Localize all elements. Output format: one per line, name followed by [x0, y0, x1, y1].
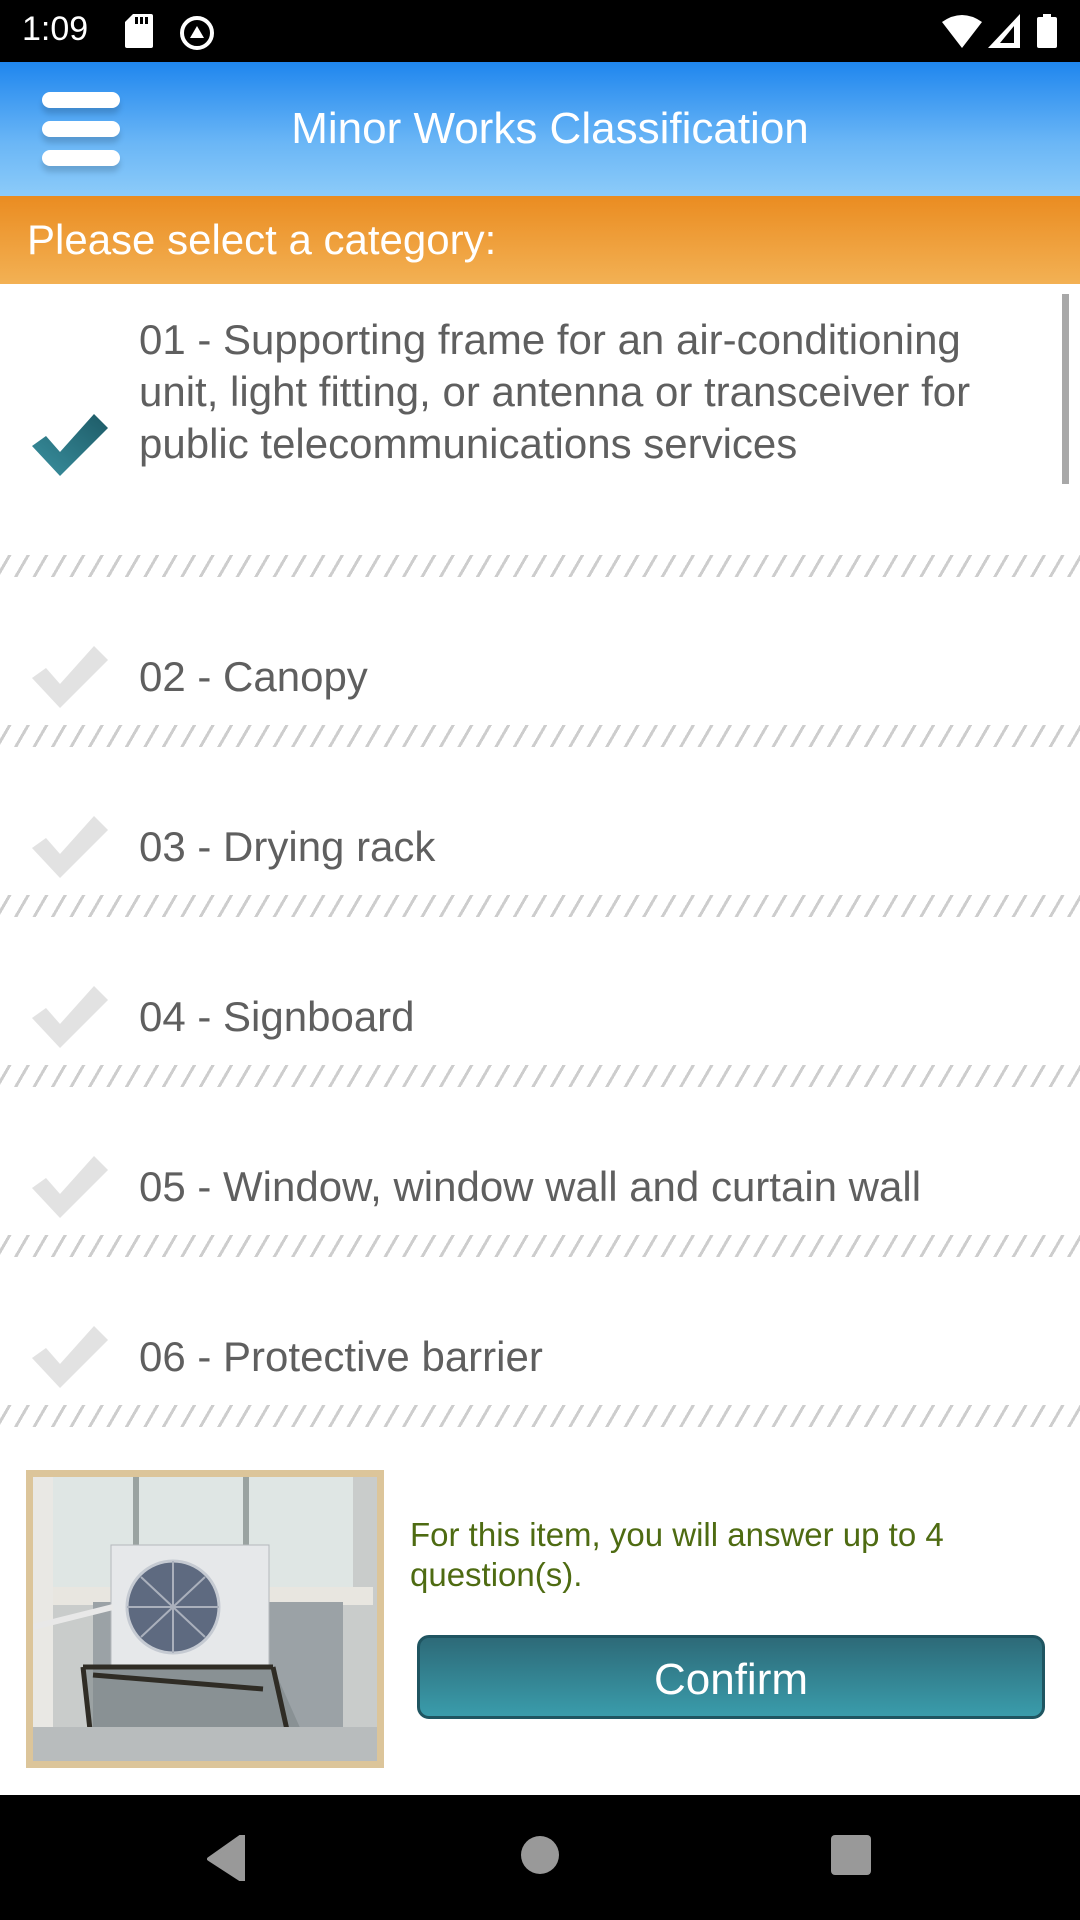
divider [0, 1235, 1080, 1257]
check-icon [32, 816, 108, 878]
confirm-button[interactable]: Confirm [417, 1635, 1045, 1719]
status-bar: 1:09 [0, 0, 1080, 62]
category-item-05[interactable]: 05 - Window, window wall and curtain wal… [0, 1134, 1080, 1244]
divider [0, 725, 1080, 747]
category-prompt: Please select a category: [27, 216, 497, 263]
vpn-icon [180, 16, 214, 50]
category-item-04[interactable]: 04 - Signboard [0, 964, 1080, 1074]
page-title: Minor Works Classification [291, 104, 809, 153]
signal-icon [988, 14, 1020, 48]
sd-card-icon [125, 14, 153, 48]
back-icon[interactable] [207, 1835, 247, 1881]
check-icon [32, 1156, 108, 1218]
divider [0, 1405, 1080, 1427]
recents-icon[interactable] [831, 1835, 871, 1875]
check-icon [32, 986, 108, 1048]
air-conditioner-photo [33, 1477, 377, 1761]
category-image [26, 1470, 384, 1768]
divider [0, 555, 1080, 577]
category-prompt-bar: Please select a category: [0, 196, 1080, 284]
question-count-info: For this item, you will answer up to 4 q… [410, 1516, 944, 1593]
app-header: Minor Works Classification [0, 62, 1080, 196]
category-label: 02 - Canopy [139, 653, 368, 700]
divider [0, 895, 1080, 917]
category-label: 01 - Supporting frame for an air-conditi… [139, 316, 971, 467]
check-icon-selected [32, 414, 108, 476]
category-label: 04 - Signboard [139, 993, 415, 1040]
system-nav-bar [0, 1795, 1080, 1920]
category-label: 05 - Window, window wall and curtain wal… [139, 1163, 922, 1210]
category-item-03[interactable]: 03 - Drying rack [0, 794, 1080, 904]
selection-panel: For this item, you will answer up to 4 q… [0, 1460, 1080, 1795]
category-item-01[interactable]: 01 - Supporting frame for an air-conditi… [0, 314, 1080, 534]
category-label: 06 - Protective barrier [139, 1333, 543, 1380]
category-label: 03 - Drying rack [139, 823, 436, 870]
home-icon[interactable] [520, 1835, 560, 1875]
check-icon [32, 646, 108, 708]
battery-icon [1037, 14, 1057, 48]
wifi-icon [942, 15, 982, 48]
list-scrollbar[interactable] [1062, 294, 1069, 484]
category-list[interactable]: 01 - Supporting frame for an air-conditi… [0, 284, 1080, 1434]
status-time: 1:09 [22, 10, 89, 48]
category-item-06[interactable]: 06 - Protective barrier [0, 1304, 1080, 1414]
check-icon [32, 1326, 108, 1388]
divider [0, 1065, 1080, 1087]
category-item-02[interactable]: 02 - Canopy [0, 624, 1080, 734]
